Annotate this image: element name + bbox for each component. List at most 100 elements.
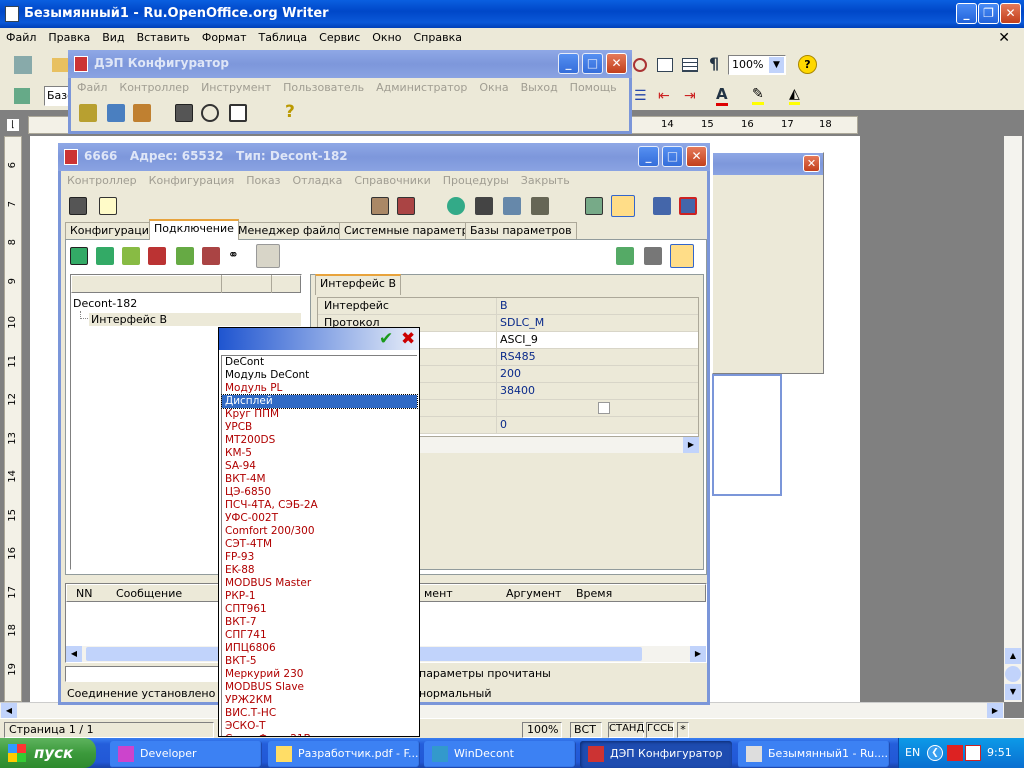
property-value[interactable]: 200 (500, 366, 521, 382)
dropdown-item[interactable]: MT200DS (222, 434, 417, 447)
dep-package-icon[interactable] (133, 104, 151, 122)
device-write-icon[interactable] (397, 197, 415, 215)
dep-search-icon[interactable] (201, 104, 219, 122)
dropdown-item[interactable]: SA-94 (222, 460, 417, 473)
dropdown-item[interactable]: ВКТ-5 (222, 655, 417, 668)
tab-1[interactable]: Подключение (149, 219, 239, 240)
dropdown-item[interactable]: КМ-5 (222, 447, 417, 460)
dropdown-item[interactable]: ВИС.Т-НС (222, 707, 417, 720)
log-col-message[interactable]: Сообщение (116, 587, 182, 600)
device-calculator-icon[interactable] (69, 197, 87, 215)
writer-open-icon[interactable] (52, 58, 68, 72)
property-value[interactable]: 0 (500, 417, 507, 433)
start-button[interactable]: пуск (0, 738, 96, 768)
key-icon[interactable] (256, 244, 280, 268)
writer-menu-view[interactable]: Вид (96, 28, 130, 48)
dropdown-item[interactable]: Comfort 200/300 (222, 525, 417, 538)
dropdown-item[interactable]: ПСЧ-4ТА, СЭБ-2А (222, 499, 417, 512)
dropdown-item[interactable]: ВКТ-7 (222, 616, 417, 629)
glasses-icon[interactable]: ⚭ (228, 248, 239, 263)
bullets-icon[interactable]: ☰ (634, 88, 647, 104)
dep-controller-icon[interactable] (107, 104, 125, 122)
dropdown-item[interactable]: Модуль DeCont (222, 369, 417, 382)
writer-toolbar-icon[interactable] (14, 56, 32, 74)
dropdown-item[interactable]: Дисплей (221, 394, 418, 409)
tray-app-icon-2[interactable] (965, 745, 981, 761)
taskbar-button[interactable]: ДЭП Конфигуратор (580, 741, 732, 768)
tray-chevron-icon[interactable]: ❮ (927, 745, 943, 761)
scroll-right-icon[interactable]: ▶ (987, 703, 1003, 718)
property-value[interactable]: SDLC_M (500, 315, 544, 331)
writer-close-button[interactable]: ✕ (1000, 3, 1021, 24)
scroll-page-up-icon[interactable]: ▲ (1005, 648, 1021, 664)
writer-menu-format[interactable]: Формат (196, 28, 253, 48)
scroll-navigation-icon[interactable] (1005, 666, 1021, 682)
log-col-nn[interactable]: NN (76, 587, 92, 600)
writer-doc-close-icon[interactable]: ✕ (992, 28, 1016, 48)
writer-table-icon[interactable] (657, 58, 673, 72)
dropdown-item[interactable]: СПТ961 (222, 603, 417, 616)
cancel-x-icon[interactable]: ✖ (401, 329, 415, 349)
dropdown-item[interactable]: DeCont (222, 356, 417, 369)
status-selection-mode[interactable]: СТАНД (608, 722, 644, 738)
tab-4[interactable]: Базы параметров (465, 222, 577, 240)
device-menu-controller[interactable]: Контроллер (61, 171, 143, 191)
tab-0[interactable]: Конфигурация (65, 222, 161, 240)
property-row[interactable]: Интерфейс B (318, 298, 698, 315)
dropdown-item[interactable]: СПГ741 (222, 629, 417, 642)
dropdown-item[interactable]: УФС-002Т (222, 512, 417, 525)
taskbar-button[interactable]: Разработчик.pdf - F... (268, 741, 420, 768)
scroll-page-down-icon[interactable]: ▼ (1005, 684, 1021, 700)
dropdown-item[interactable]: ВКТ-4М (222, 473, 417, 486)
device-connect-icon[interactable] (653, 197, 671, 215)
dep-menu-controller[interactable]: Контроллер (113, 78, 195, 98)
device-menu-show[interactable]: Показ (240, 171, 286, 191)
writer-menu-window[interactable]: Окно (366, 28, 407, 48)
dropdown-item[interactable]: УРЖ2КМ (222, 694, 417, 707)
dropdown-item[interactable]: EK-88 (222, 564, 417, 577)
dep-help-icon[interactable]: ? (285, 102, 295, 122)
zoom-select[interactable]: 100% ▼ (728, 55, 786, 75)
status-hyperlink-mode[interactable]: ГССЫЛ (646, 722, 674, 738)
dep-menu-exit[interactable]: Выход (515, 78, 564, 98)
dropdown-item[interactable]: ИПЦ6806 (222, 642, 417, 655)
confirm-check-icon[interactable]: ✔ (379, 329, 393, 349)
add-module-icon[interactable] (70, 247, 88, 265)
device-menu-config[interactable]: Конфигурация (143, 171, 241, 191)
device-zoom-icon[interactable] (503, 197, 521, 215)
add-item-icon[interactable] (122, 247, 140, 265)
writer-style-box[interactable]: Базо (44, 86, 74, 106)
property-value[interactable]: ASCI_9 (500, 332, 538, 348)
dep-menu-tool[interactable]: Инструмент (195, 78, 277, 98)
device-menu-close[interactable]: Закрыть (515, 171, 576, 191)
tab-stop-icon[interactable]: ⌊ (6, 118, 20, 132)
device-list-icon[interactable] (99, 197, 117, 215)
device-folder-icon[interactable] (531, 197, 549, 215)
dropdown-item[interactable]: FP-93 (222, 551, 417, 564)
dropdown-item[interactable]: MODBUS Master (222, 577, 417, 590)
property-checkbox[interactable] (598, 402, 610, 414)
dropdown-item[interactable]: ЭСКО-Т (222, 720, 417, 733)
tab-3[interactable]: Системные параметры (339, 222, 483, 240)
tree-child[interactable]: Интерфейс B (89, 313, 301, 326)
writer-grid-icon[interactable] (682, 58, 698, 72)
property-value[interactable]: B (500, 298, 508, 314)
dep-minimize-button[interactable]: _ (558, 53, 579, 74)
tray-lang[interactable]: EN (905, 746, 920, 759)
dep-menu-windows[interactable]: Окна (473, 78, 514, 98)
writer-restore-button[interactable]: ❐ (978, 3, 999, 24)
dropdown-item[interactable]: СуперФлоу 21В (222, 733, 417, 736)
dropdown-item[interactable]: MODBUS Slave (222, 681, 417, 694)
font-color-icon[interactable]: A (716, 85, 728, 106)
dropdown-item[interactable]: ЦЭ-6850 (222, 486, 417, 499)
writer-style-icon[interactable] (14, 88, 30, 104)
device-mail-icon[interactable] (611, 195, 635, 217)
device-maximize-button[interactable]: □ (662, 146, 683, 167)
highlight-icon[interactable]: ✎ (752, 86, 764, 105)
property-value[interactable]: 38400 (500, 383, 535, 399)
device-drive-icon[interactable] (475, 197, 493, 215)
panel-tool-icon-2[interactable] (644, 247, 662, 265)
writer-menu-table[interactable]: Таблица (252, 28, 313, 48)
device-menu-reference[interactable]: Справочники (348, 171, 436, 191)
pilcrow-icon[interactable]: ¶ (709, 54, 719, 73)
